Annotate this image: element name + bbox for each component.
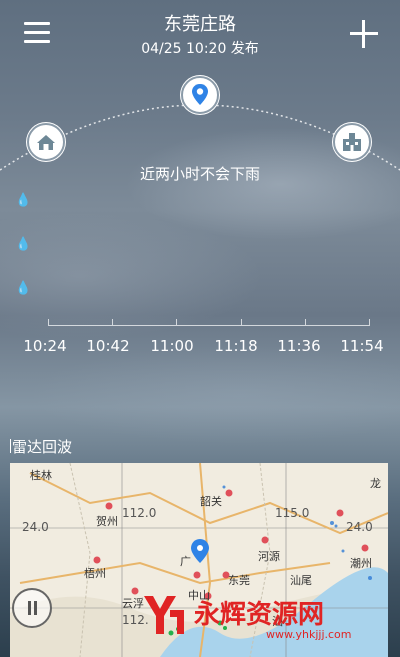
map-label: 龙 — [370, 477, 381, 490]
watermark: 永辉资源网 www.yhkjjj.com — [140, 590, 390, 645]
time-axis — [48, 319, 370, 326]
map-label: 115.0 — [275, 506, 310, 520]
map-label: 24.0 — [22, 520, 49, 534]
map-label: 梧州 — [84, 567, 106, 580]
location-pin-icon[interactable] — [180, 75, 220, 115]
radar-pause-button[interactable] — [12, 588, 52, 628]
map-label: 广 — [180, 555, 191, 568]
radar-section-title: 雷达回波 — [9, 438, 73, 456]
watermark-text: 永辉资源网 — [194, 600, 325, 630]
map-label: 汕尾 — [290, 574, 312, 587]
city-name[interactable]: 东莞庄路 — [0, 10, 400, 36]
map-label: 桂林 — [30, 469, 52, 482]
rain-drop-icon: 💧 — [15, 193, 32, 208]
time-label: 11:18 — [214, 337, 258, 355]
rain-drop-icon: 💧 — [15, 237, 32, 252]
map-label: 韶关 — [200, 495, 222, 508]
building-icon[interactable] — [332, 122, 372, 162]
time-label: 11:36 — [277, 337, 321, 355]
home-icon[interactable] — [26, 122, 66, 162]
map-label: 东莞 — [228, 574, 250, 587]
map-label: 24.0 — [346, 520, 373, 534]
watermark-logo-icon — [144, 596, 184, 634]
publish-time: 04/25 10:20 发布 — [141, 41, 259, 57]
watermark-url: www.yhkjjj.com — [266, 628, 352, 641]
map-label: 112.0 — [122, 506, 157, 520]
rain-forecast-message: 近两小时不会下雨 — [139, 165, 260, 183]
time-labels: 10:24 10:42 11:00 11:18 11:36 11:54 — [0, 337, 400, 357]
time-label: 10:42 — [86, 337, 130, 355]
map-label: 潮州 — [350, 557, 372, 570]
time-label: 11:00 — [150, 337, 194, 355]
rain-drop-icon: 💧 — [15, 281, 32, 296]
time-label: 11:54 — [340, 337, 384, 355]
time-label: 10:24 — [23, 337, 67, 355]
add-city-icon[interactable] — [350, 20, 378, 48]
map-label: 河源 — [258, 550, 280, 563]
map-label: 贺州 — [96, 515, 118, 528]
